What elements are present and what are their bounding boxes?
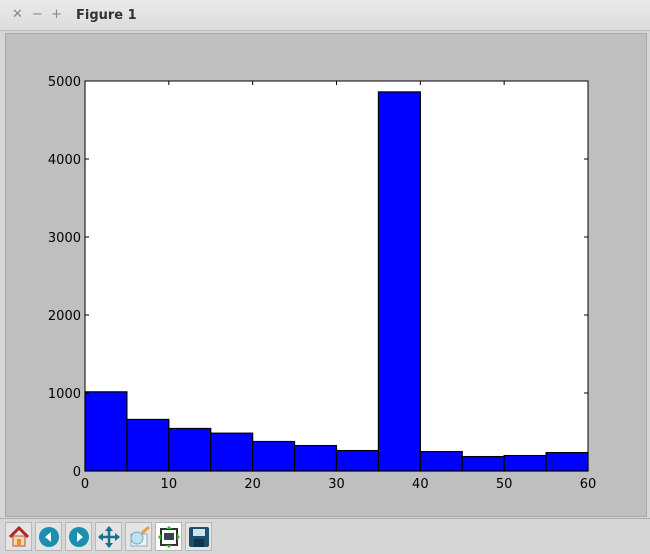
histogram-bar: [461, 455, 505, 472]
subplots-button[interactable]: [155, 522, 182, 551]
minimize-icon[interactable]: −: [32, 7, 43, 22]
histogram-bar: [84, 391, 128, 472]
pan-icon: [97, 525, 120, 548]
x-tick-label: 30: [328, 477, 345, 492]
zoom-button[interactable]: [125, 522, 152, 551]
subplots-icon: [157, 525, 180, 548]
y-tick-label: 1000: [48, 387, 81, 402]
back-icon: [38, 526, 59, 547]
x-tick-label: 20: [244, 477, 261, 492]
x-tick-label: 60: [580, 477, 597, 492]
y-tick-label: 0: [73, 465, 81, 480]
x-tick-label: 0: [81, 477, 89, 492]
figure-canvas: 0 10 20 30 40 50 60 0 1000 2000 3000 4000 5000: [5, 33, 647, 517]
navigation-toolbar: [0, 518, 650, 554]
back-button[interactable]: [35, 522, 62, 551]
close-icon[interactable]: ✕: [12, 7, 23, 22]
pan-button[interactable]: [95, 522, 122, 551]
plot-area: [85, 81, 588, 471]
home-button[interactable]: [5, 522, 32, 551]
forward-button[interactable]: [65, 522, 92, 551]
zoom-icon: [130, 525, 150, 546]
histogram-bar: [419, 450, 463, 472]
histogram-bar: [252, 440, 296, 472]
y-tick-label: 4000: [48, 153, 81, 168]
y-tick-label: 5000: [48, 75, 81, 90]
histogram-bar: [168, 427, 212, 472]
window-title: Figure 1: [76, 8, 137, 23]
forward-icon: [68, 526, 89, 547]
maximize-icon[interactable]: +: [51, 7, 62, 22]
histogram-bar: [210, 432, 254, 472]
histogram-bar: [545, 451, 589, 472]
title-bar: ✕ − + Figure 1: [0, 0, 650, 31]
histogram-bar: [293, 444, 338, 472]
save-button[interactable]: [185, 522, 212, 551]
x-tick-label: 50: [496, 477, 513, 492]
home-icon: [8, 525, 29, 546]
histogram-bar: [335, 449, 380, 472]
y-tick-label: 2000: [48, 309, 81, 324]
y-tick-label: 3000: [48, 231, 81, 246]
histogram-bar: [503, 454, 547, 472]
histogram-bar: [377, 91, 421, 472]
save-icon: [188, 526, 209, 547]
x-tick-label: 40: [412, 477, 429, 492]
histogram-bar: [126, 418, 170, 472]
histogram-chart: 0 10 20 30 40 50 60 0 1000 2000 3000 4000 5000: [48, 75, 597, 492]
x-tick-label: 10: [161, 477, 178, 492]
